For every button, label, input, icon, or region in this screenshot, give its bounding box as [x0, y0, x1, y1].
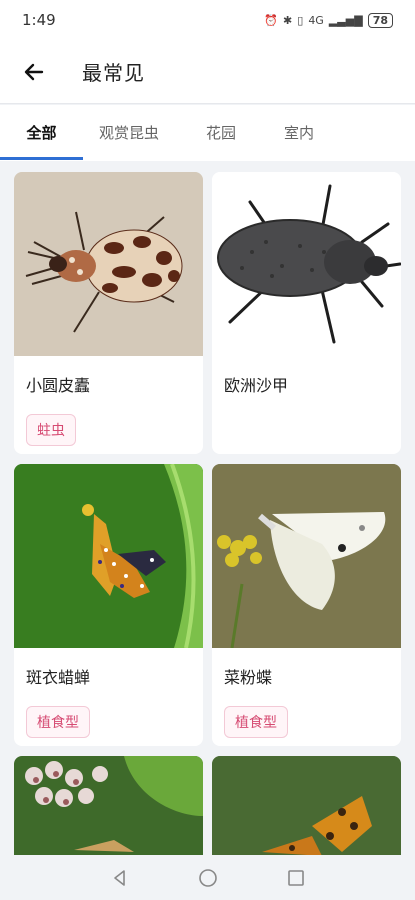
insect-tag: 植食型 [26, 706, 90, 738]
insect-name: 欧洲沙甲 [224, 376, 289, 395]
network-type: 4G [308, 13, 324, 27]
insect-photo [14, 464, 203, 648]
signal-icon: ▂▃▅▇ [328, 13, 363, 27]
insect-photo [212, 756, 401, 856]
system-nav-bar [0, 855, 415, 900]
insect-card-comma-butterfly[interactable] [212, 756, 401, 856]
insect-photo [212, 464, 401, 648]
category-tabs: 全部 观赏昆虫 花园 室内 [0, 105, 415, 161]
insect-card-european-sand-beetle[interactable]: 欧洲沙甲 [212, 172, 401, 454]
insect-card-varied-carpet-beetle[interactable]: 小圆皮蠹 蛀虫 [14, 172, 203, 454]
active-tab-indicator [0, 157, 83, 160]
tab-ornamental-insects[interactable]: 观赏昆虫 [83, 105, 175, 161]
insect-name: 菜粉蝶 [224, 668, 273, 687]
tab-all[interactable]: 全部 [0, 105, 83, 161]
nav-home-icon[interactable] [198, 868, 218, 888]
vibrate-icon: ▯ [297, 13, 304, 27]
bluetooth-icon: ✱ [283, 13, 293, 27]
status-bar: 1:49 ⏰ ✱ ▯ 4G ▂▃▅▇ 78 [0, 0, 415, 40]
insect-photo [212, 172, 401, 356]
battery-icon: 78 [367, 12, 393, 28]
insect-tag: 植食型 [224, 706, 288, 738]
tab-garden[interactable]: 花园 [187, 105, 255, 161]
insect-name: 小圆皮蠹 [26, 376, 91, 395]
status-time: 1:49 [22, 11, 56, 29]
insect-card-milkweed-insect[interactable] [14, 756, 203, 856]
insect-card-cabbage-white[interactable]: 菜粉蝶 植食型 [212, 464, 401, 746]
nav-back-icon[interactable] [110, 868, 130, 888]
insect-photo [14, 172, 203, 356]
page-title: 最常见 [82, 61, 145, 85]
insect-name: 斑衣蜡蝉 [26, 668, 91, 687]
insect-photo [14, 756, 203, 856]
nav-recents-icon[interactable] [286, 868, 306, 888]
status-icons: ⏰ ✱ ▯ 4G ▂▃▅▇ 78 [264, 12, 393, 28]
back-button[interactable] [2, 40, 66, 104]
insect-card-spotted-lanternfly[interactable]: 斑衣蜡蝉 植食型 [14, 464, 203, 746]
tab-indoor[interactable]: 室内 [265, 105, 333, 161]
app-header: 最常见 [0, 40, 415, 104]
alarm-icon: ⏰ [264, 13, 279, 27]
back-arrow-icon [24, 63, 44, 80]
insect-tag: 蛀虫 [26, 414, 76, 446]
